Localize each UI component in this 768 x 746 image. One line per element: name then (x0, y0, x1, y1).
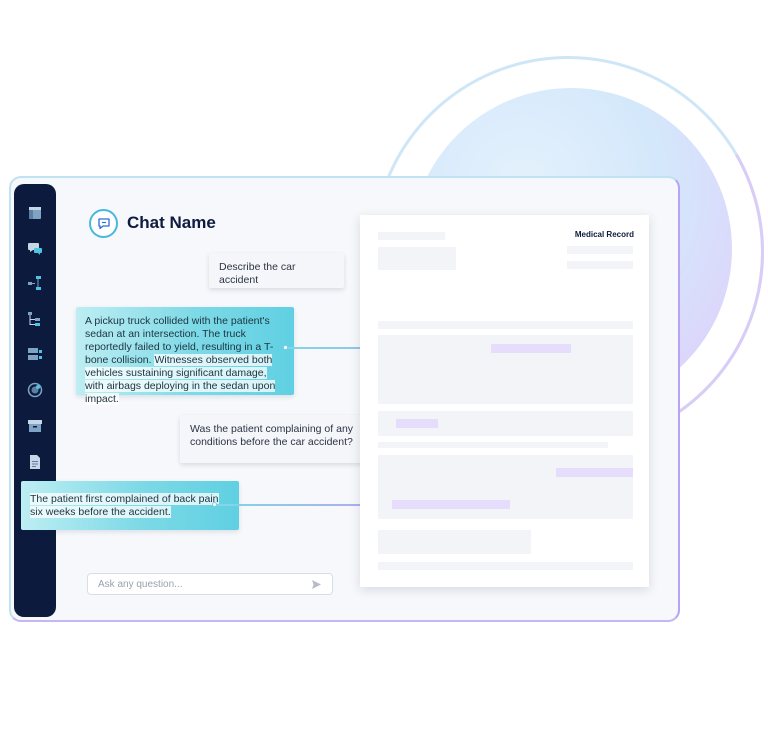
sidebar (14, 184, 56, 617)
placeholder-block (378, 530, 531, 554)
placeholder-line (378, 321, 633, 329)
document-citation-highlight (396, 419, 438, 428)
chat-title: Chat Name (127, 213, 216, 232)
layout-icon[interactable] (27, 346, 43, 362)
placeholder-line (378, 232, 445, 240)
placeholder-line (378, 442, 608, 448)
placeholder-block (378, 247, 456, 270)
chat-input-box (87, 573, 333, 595)
connector-dot (212, 502, 217, 507)
send-icon[interactable] (310, 578, 322, 590)
assistant-message: A pickup truck collided with the patient… (76, 307, 294, 405)
placeholder-line (567, 246, 633, 254)
chat-input[interactable] (98, 578, 310, 590)
workflow-icon[interactable] (27, 275, 43, 291)
document-title: Medical Record (574, 230, 634, 239)
chat-name-icon (89, 209, 118, 238)
hierarchy-icon[interactable] (27, 311, 43, 327)
target-icon[interactable] (27, 382, 43, 398)
user-message: Describe the car accident (209, 253, 344, 288)
placeholder-block (378, 455, 633, 519)
dashboard-icon[interactable] (27, 205, 43, 221)
document-citation-highlight[interactable] (491, 344, 571, 353)
assistant-message: The patient first complained of back pai… (21, 481, 239, 530)
document-viewer: Medical Record (360, 215, 649, 587)
document-citation-highlight (556, 468, 633, 477)
message-text: Describe the car accident (219, 261, 296, 286)
document-icon[interactable] (27, 454, 43, 470)
archive-icon[interactable] (27, 418, 43, 434)
document-citation-highlight[interactable] (392, 500, 510, 509)
placeholder-line (567, 261, 633, 269)
placeholder-line (378, 562, 633, 570)
message-text: Was the patient complaining of any condi… (190, 423, 354, 448)
chat-icon[interactable] (27, 240, 43, 256)
message-highlight[interactable]: The patient first complained of back pai… (30, 493, 219, 518)
connector-dot (283, 345, 288, 350)
